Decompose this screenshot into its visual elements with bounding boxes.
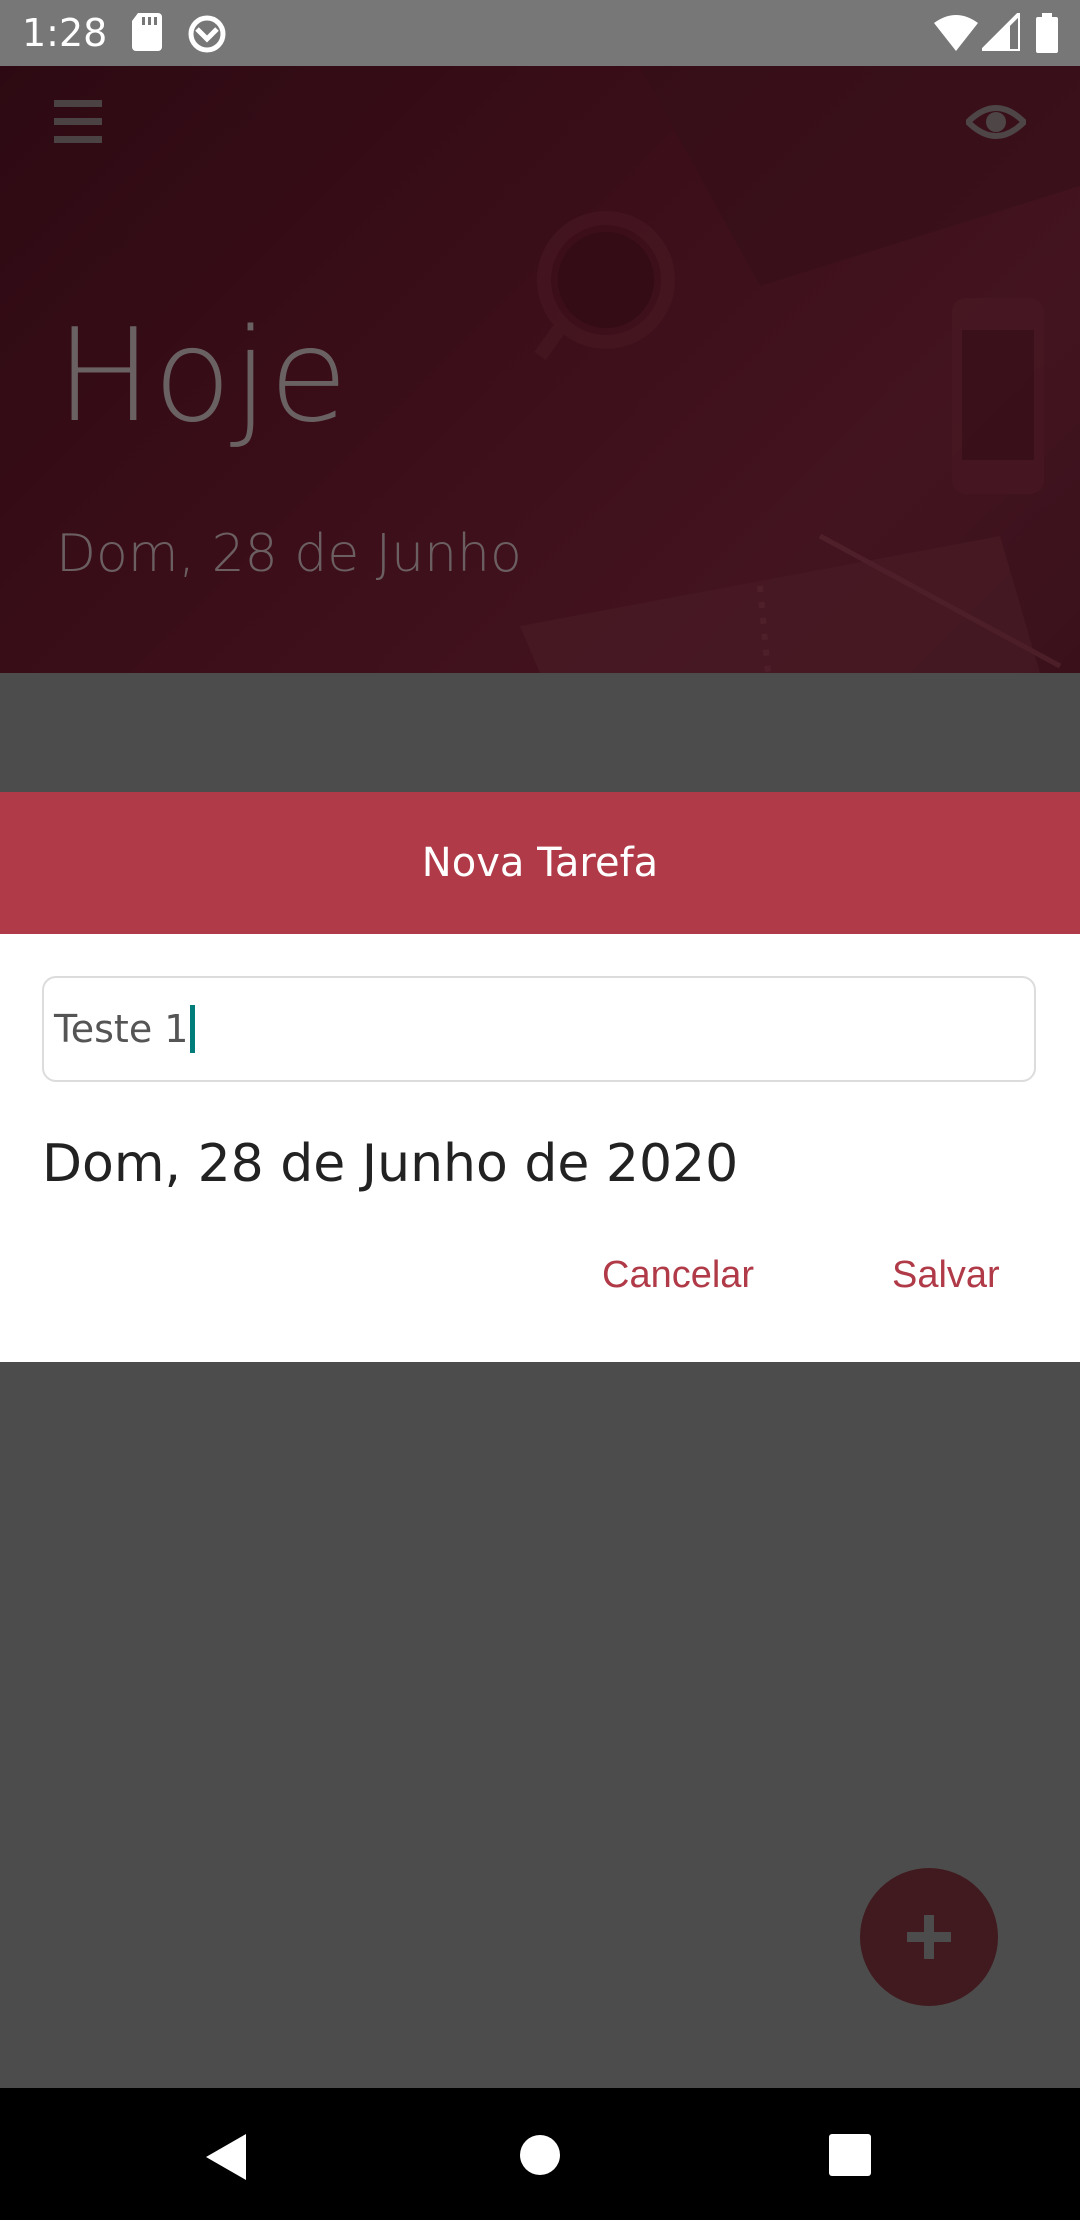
- status-time: 1:28: [22, 11, 108, 55]
- task-date[interactable]: Dom, 28 de Junho de 2020: [42, 1134, 738, 1194]
- task-name-input[interactable]: Teste 1: [42, 976, 1036, 1082]
- sync-icon: [188, 15, 226, 53]
- back-icon[interactable]: [206, 2134, 248, 2180]
- signal-icon: [982, 13, 1020, 51]
- cancel-button[interactable]: Cancelar: [602, 1254, 754, 1297]
- dialog-title: Nova Tarefa: [0, 792, 1080, 934]
- navigation-bar: [0, 2088, 1080, 2220]
- battery-icon: [1036, 13, 1058, 53]
- new-task-dialog: Teste 1 Dom, 28 de Junho de 2020 Cancela…: [0, 934, 1080, 1362]
- sd-card-icon: [132, 13, 162, 51]
- wifi-icon: [934, 15, 978, 51]
- task-input-value: Teste 1: [54, 1007, 189, 1051]
- save-button[interactable]: Salvar: [892, 1254, 1000, 1297]
- menu-button[interactable]: [54, 100, 104, 144]
- text-caret: [190, 1004, 196, 1053]
- status-bar: 1:28: [0, 0, 1080, 66]
- home-icon[interactable]: [519, 2134, 561, 2176]
- page-title: Hoje: [56, 302, 349, 451]
- page-subtitle-date: Dom, 28 de Junho: [56, 524, 522, 584]
- add-task-button[interactable]: [860, 1868, 998, 2006]
- recents-icon[interactable]: [829, 2134, 871, 2176]
- eye-icon[interactable]: [966, 100, 1026, 144]
- header-banner: Hoje Dom, 28 de Junho: [0, 66, 1080, 673]
